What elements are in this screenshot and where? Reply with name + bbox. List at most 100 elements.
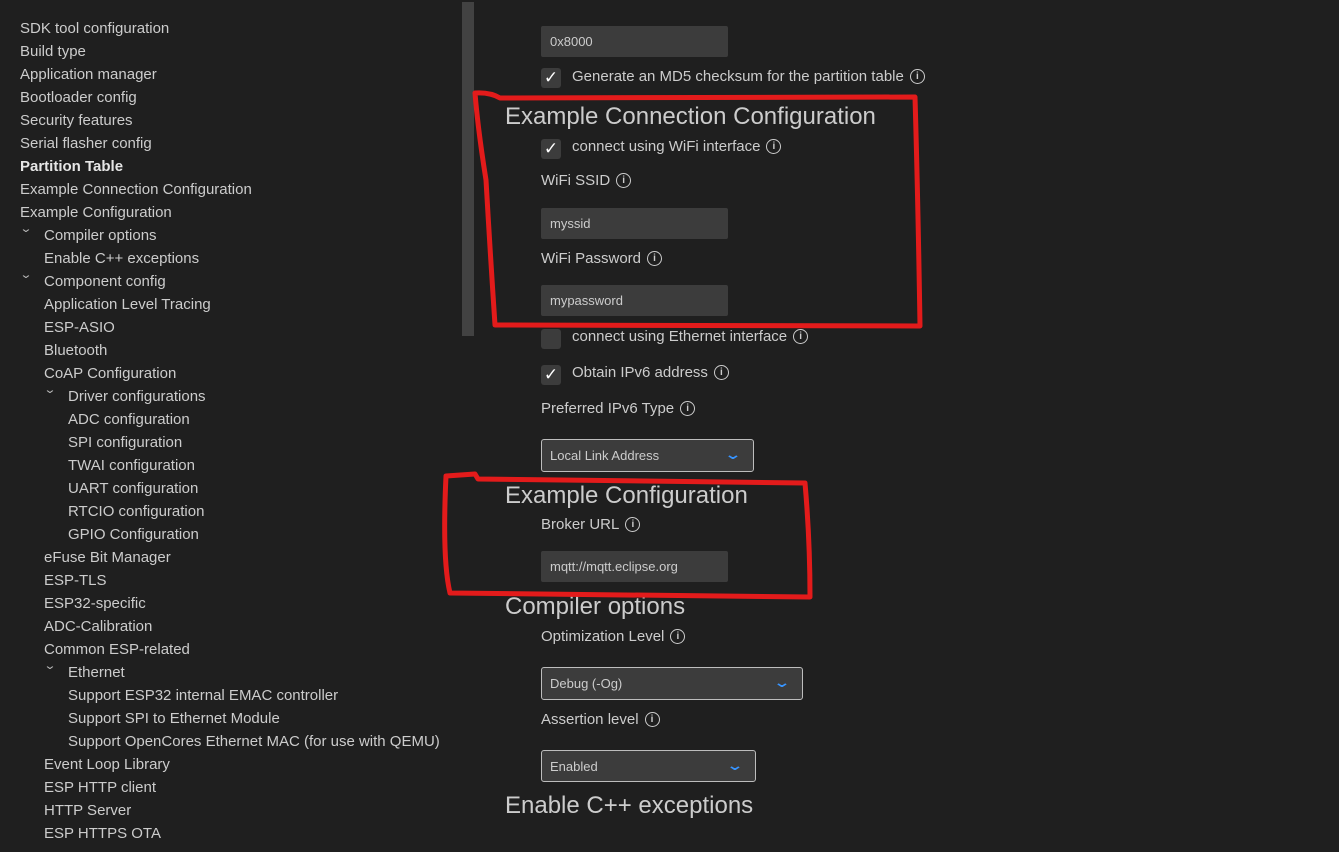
- sidebar-item[interactable]: Support OpenCores Ethernet MAC (for use …: [68, 732, 440, 752]
- sidebar-item[interactable]: Driver configurations: [68, 387, 206, 407]
- chevron-down-icon: ⌄: [724, 446, 742, 462]
- sidebar-item[interactable]: SPI configuration: [68, 433, 182, 453]
- ipv6-type-label-text: Preferred IPv6 Type: [541, 400, 675, 417]
- broker-url-label-text: Broker URL: [541, 516, 620, 533]
- sidebar-item[interactable]: Component config: [44, 272, 166, 292]
- wifi-interface-label: connect using WiFi interface i: [572, 138, 782, 155]
- ethernet-interface-label-text: connect using Ethernet interface: [572, 328, 788, 345]
- ethernet-interface-label: connect using Ethernet interface i: [572, 328, 809, 345]
- info-icon[interactable]: i: [647, 251, 663, 266]
- sidebar-item[interactable]: SDK tool configuration: [20, 19, 169, 39]
- sidebar-item[interactable]: Support ESP32 internal EMAC controller: [68, 686, 338, 706]
- info-icon[interactable]: i: [680, 401, 696, 416]
- chevron-down-icon[interactable]: ⌄: [18, 268, 35, 281]
- ethernet-interface-checkbox[interactable]: [541, 329, 561, 349]
- wifi-ssid-label-text: WiFi SSID: [541, 172, 611, 189]
- section-title-example-connection: Example Connection Configuration: [505, 103, 876, 130]
- info-icon[interactable]: i: [766, 139, 782, 154]
- ipv6-type-label: Preferred IPv6 Type i: [541, 400, 696, 417]
- chevron-down-icon: ⌄: [773, 674, 791, 690]
- sidebar-item[interactable]: ADC configuration: [68, 410, 190, 430]
- sidebar-item[interactable]: Event Loop Library: [44, 755, 170, 775]
- wifi-ssid-label: WiFi SSID i: [541, 172, 632, 189]
- wifi-password-value: mypassword: [550, 293, 623, 308]
- sidebar-item[interactable]: ESP32-specific: [44, 594, 146, 614]
- sidebar-item[interactable]: Compiler options: [44, 226, 157, 246]
- optimization-level-label-text: Optimization Level: [541, 628, 665, 645]
- sidebar-item[interactable]: Build type: [20, 42, 86, 62]
- info-icon[interactable]: i: [644, 712, 660, 727]
- md5-label: Generate an MD5 checksum for the partiti…: [572, 68, 925, 85]
- partition-offset-input[interactable]: 0x8000: [541, 26, 728, 57]
- settings-panel: 0x8000 ✓ Generate an MD5 checksum for th…: [474, 0, 1339, 852]
- sidebar-item[interactable]: Bluetooth: [44, 341, 107, 361]
- sidebar-item[interactable]: Serial flasher config: [20, 134, 152, 154]
- info-icon[interactable]: i: [713, 365, 729, 380]
- sidebar-item[interactable]: Common ESP-related: [44, 640, 190, 660]
- wifi-ssid-input[interactable]: myssid: [541, 208, 728, 239]
- optimization-level-select[interactable]: Debug (-Og) ⌄: [541, 667, 803, 700]
- sidebar-item[interactable]: Example Configuration: [20, 203, 172, 223]
- sidebar-item[interactable]: Enable C++ exceptions: [44, 249, 199, 269]
- sidebar-item[interactable]: ESP HTTP client: [44, 778, 156, 798]
- info-icon[interactable]: i: [616, 173, 632, 188]
- optimization-level-label: Optimization Level i: [541, 628, 686, 645]
- sidebar-item[interactable]: Ethernet: [68, 663, 125, 683]
- md5-checkbox[interactable]: ✓: [541, 68, 561, 88]
- sidebar-item[interactable]: Application manager: [20, 65, 157, 85]
- md5-label-text: Generate an MD5 checksum for the partiti…: [572, 68, 904, 85]
- section-title-example-config: Example Configuration: [505, 482, 748, 509]
- wifi-password-label: WiFi Password i: [541, 250, 663, 267]
- sidebar-item[interactable]: Partition Table: [20, 157, 123, 177]
- ipv6-label: Obtain IPv6 address i: [572, 364, 729, 381]
- chevron-down-icon: ⌄: [726, 757, 744, 773]
- ipv6-label-text: Obtain IPv6 address: [572, 364, 708, 381]
- assertion-level-select[interactable]: Enabled ⌄: [541, 750, 756, 782]
- sidebar-item[interactable]: ESP-TLS: [44, 571, 107, 591]
- sidebar-scrollbar[interactable]: [462, 2, 474, 336]
- info-icon[interactable]: i: [625, 517, 641, 532]
- info-icon[interactable]: i: [909, 69, 925, 84]
- ipv6-type-select[interactable]: Local Link Address ⌄: [541, 439, 754, 472]
- section-title-compiler-options: Compiler options: [505, 593, 686, 620]
- check-icon: ✓: [543, 365, 559, 384]
- sidebar-item[interactable]: Application Level Tracing: [44, 295, 211, 315]
- sidebar-item[interactable]: eFuse Bit Manager: [44, 548, 171, 568]
- sidebar-item[interactable]: Security features: [20, 111, 133, 131]
- check-icon: ✓: [543, 68, 559, 87]
- sidebar-item[interactable]: ESP-ASIO: [44, 318, 115, 338]
- broker-url-label: Broker URL i: [541, 516, 641, 533]
- partition-offset-value: 0x8000: [550, 34, 593, 49]
- sidebar-item[interactable]: RTCIO configuration: [68, 502, 204, 522]
- wifi-password-input[interactable]: mypassword: [541, 285, 728, 316]
- broker-url-input[interactable]: mqtt://mqtt.eclipse.org: [541, 551, 728, 582]
- broker-url-value: mqtt://mqtt.eclipse.org: [550, 559, 678, 574]
- sidebar-item[interactable]: Example Connection Configuration: [20, 180, 252, 200]
- sidebar-item[interactable]: UART configuration: [68, 479, 198, 499]
- sidebar-item[interactable]: ESP HTTPS OTA: [44, 824, 161, 844]
- info-icon[interactable]: i: [793, 329, 809, 344]
- sidebar-item[interactable]: HTTP Server: [44, 801, 131, 821]
- section-title-cpp-exceptions: Enable C++ exceptions: [505, 792, 754, 819]
- wifi-interface-checkbox[interactable]: ✓: [541, 139, 561, 159]
- sidebar-item[interactable]: TWAI configuration: [68, 456, 195, 476]
- chevron-down-icon[interactable]: ⌄: [42, 383, 59, 396]
- ipv6-checkbox[interactable]: ✓: [541, 365, 561, 385]
- wifi-password-label-text: WiFi Password: [541, 250, 642, 267]
- assertion-level-label-text: Assertion level: [541, 711, 639, 728]
- assertion-level-value: Enabled: [550, 758, 598, 774]
- wifi-interface-label-text: connect using WiFi interface: [572, 138, 761, 155]
- info-icon[interactable]: i: [670, 629, 686, 644]
- wifi-ssid-value: myssid: [550, 216, 591, 231]
- check-icon: ✓: [543, 139, 559, 158]
- sidebar-item[interactable]: Bootloader config: [20, 88, 137, 108]
- ipv6-type-value: Local Link Address: [550, 448, 660, 463]
- chevron-down-icon[interactable]: ⌄: [42, 659, 59, 672]
- sidebar-item[interactable]: GPIO Configuration: [68, 525, 199, 545]
- sidebar-item[interactable]: CoAP Configuration: [44, 364, 176, 384]
- sidebar-item[interactable]: ADC-Calibration: [44, 617, 152, 637]
- assertion-level-label: Assertion level i: [541, 711, 660, 728]
- chevron-down-icon[interactable]: ⌄: [18, 222, 35, 235]
- sidebar-nav: SDK tool configuration Build type Applicat…: [0, 0, 462, 852]
- sidebar-item[interactable]: Support SPI to Ethernet Module: [68, 709, 280, 729]
